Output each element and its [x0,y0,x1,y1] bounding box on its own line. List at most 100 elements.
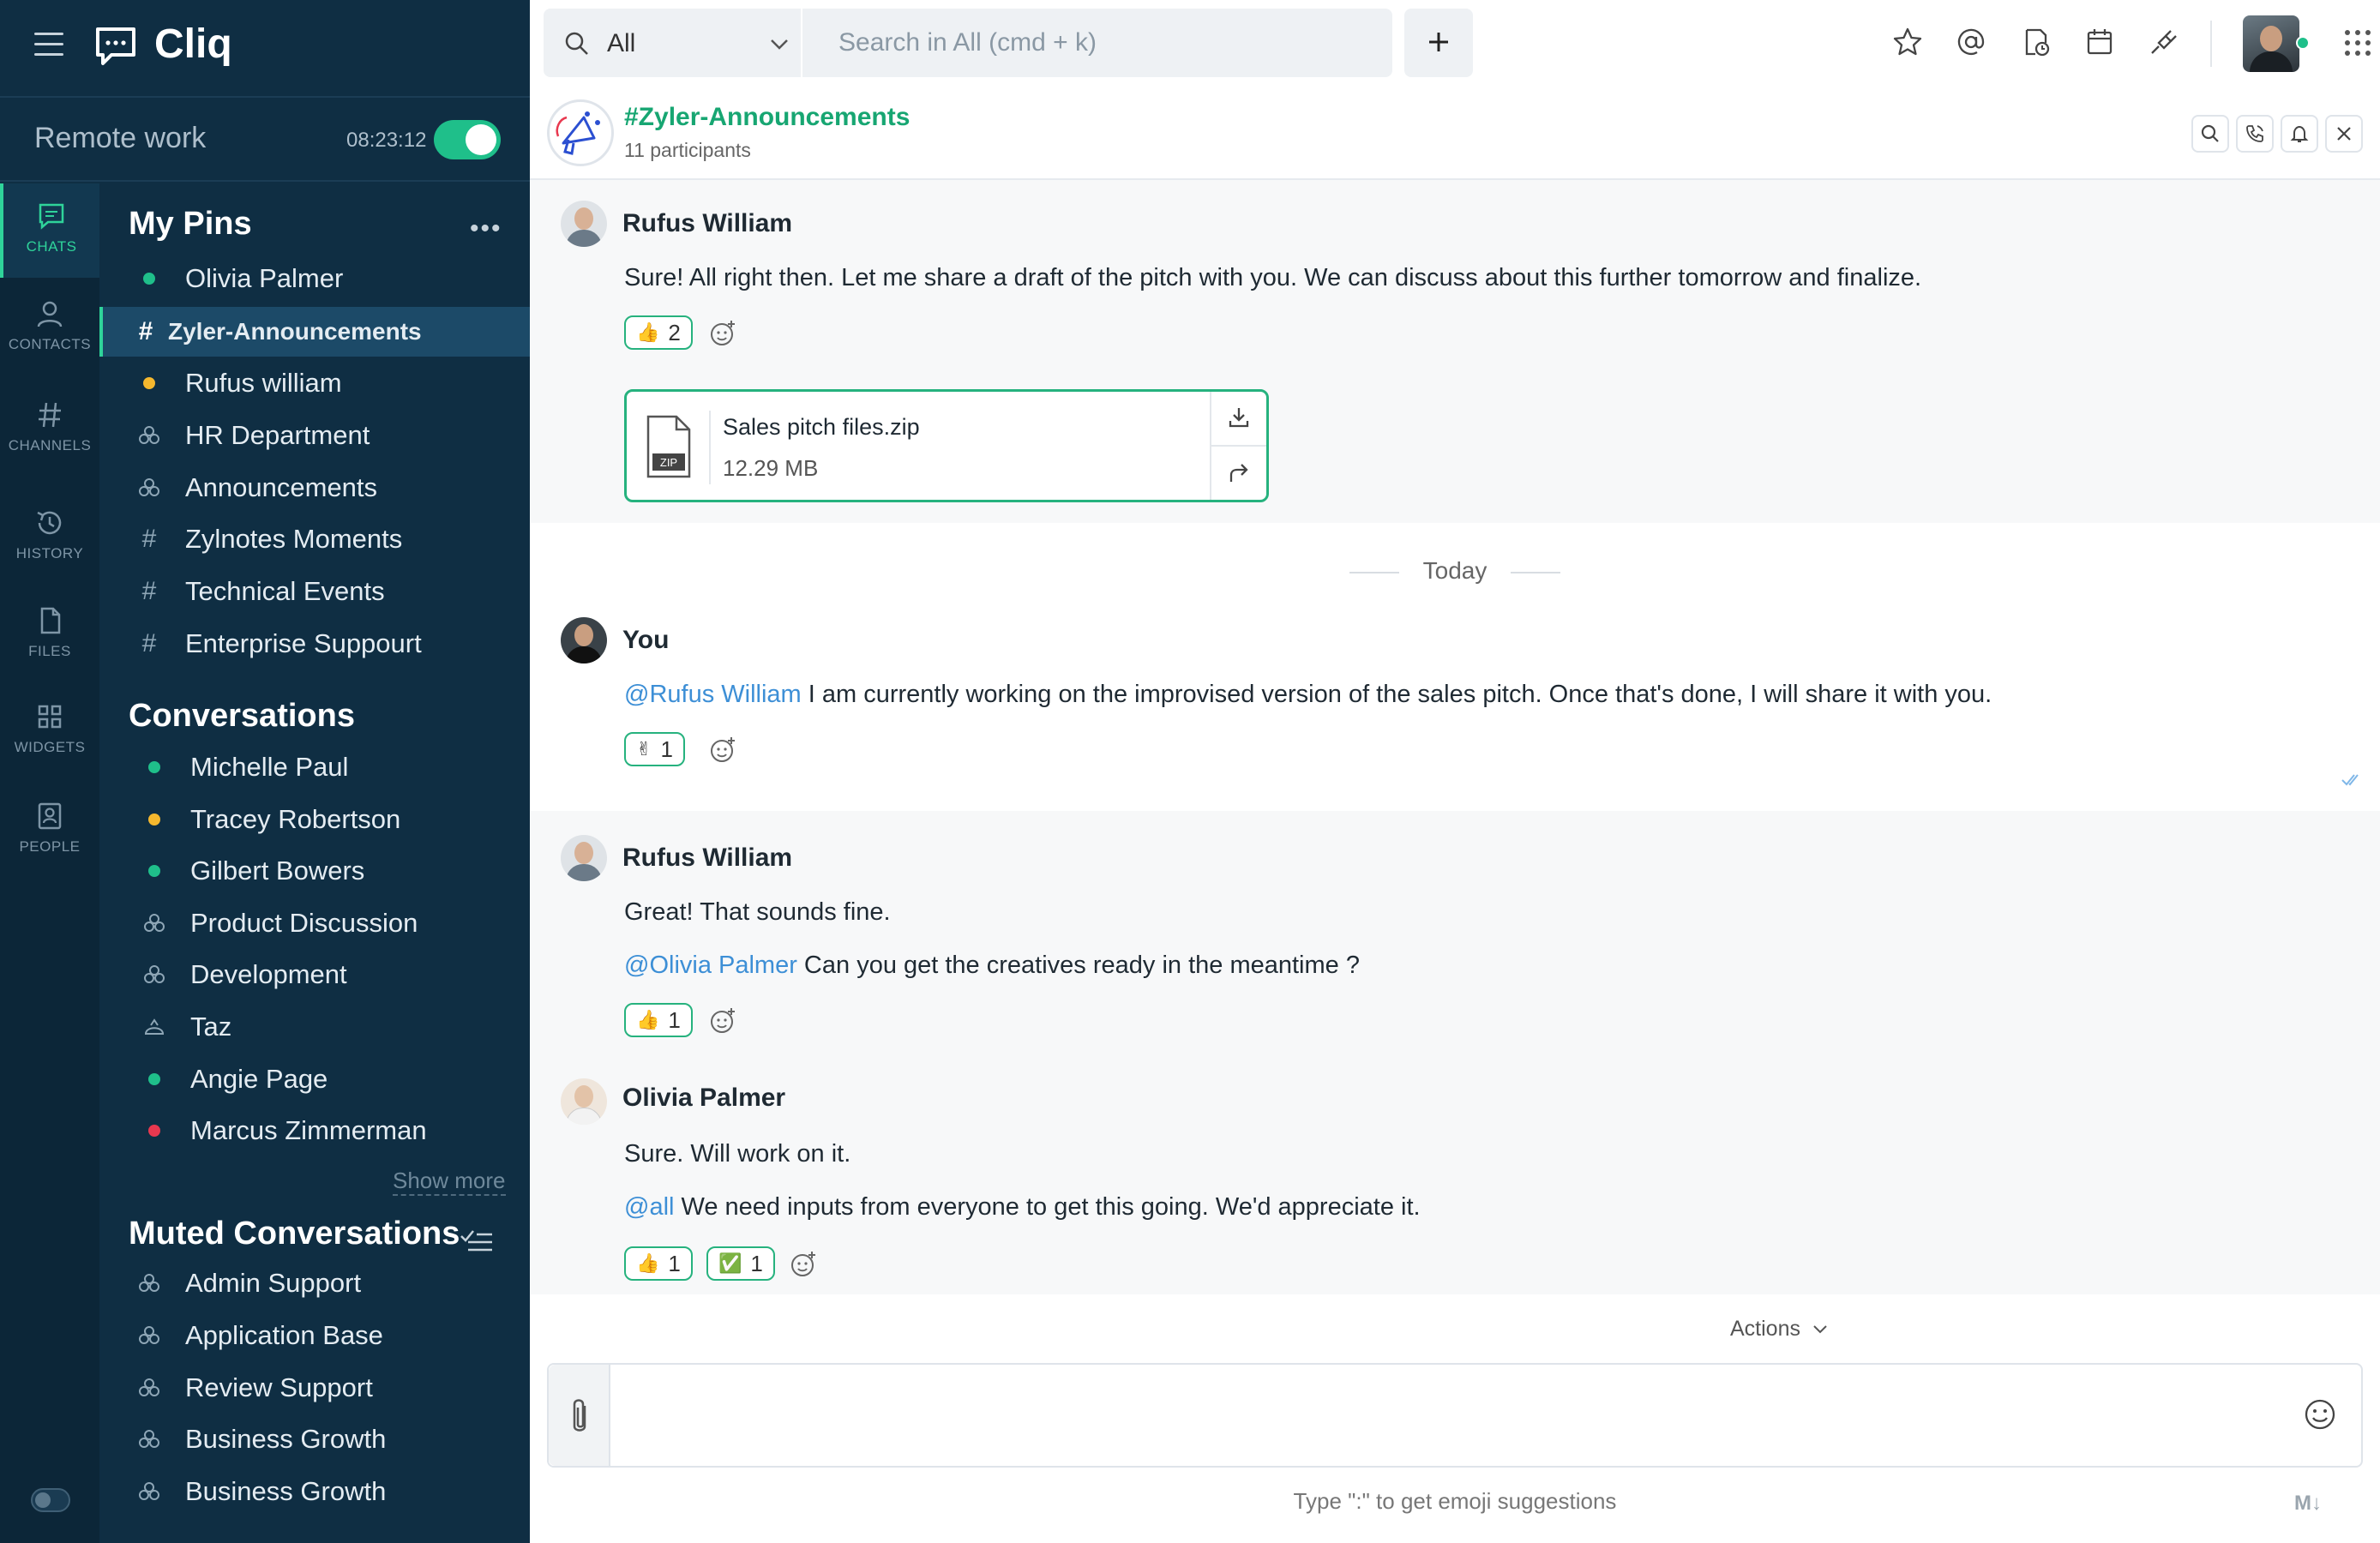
muted-item-label: Business Growth [185,1476,387,1506]
muted-item[interactable]: Business Growth [99,1467,530,1516]
rail-item-people[interactable]: PEOPLE [0,784,99,878]
star-icon[interactable] [1891,26,1924,58]
attach-button[interactable] [549,1365,610,1466]
conversation-item[interactable]: Taz [99,1002,530,1052]
message-sender[interactable]: Rufus William [622,209,792,238]
group-icon [132,424,166,447]
status-toggle[interactable] [434,120,501,159]
reaction-chip[interactable]: 👍 1 [624,1003,693,1037]
search-scope-dropdown[interactable]: All [544,9,801,77]
mention-link[interactable]: @Rufus William [624,681,802,708]
avatar[interactable] [561,835,607,881]
rail-item-channels[interactable]: CHANNELS [0,382,99,477]
zip-badge: ZIP [660,456,677,469]
user-avatar[interactable] [2243,15,2299,72]
calendar-icon[interactable] [2083,26,2116,58]
status-text[interactable]: Remote work [34,122,206,155]
channel-avatar[interactable] [547,99,614,166]
forward-icon[interactable] [1227,460,1251,484]
show-more-link[interactable]: Show more [393,1168,506,1196]
online-status-dot [2296,36,2310,50]
pin-item-label: Rufus william [185,368,342,398]
add-button[interactable] [1404,9,1473,77]
muted-item[interactable]: Application Base [99,1311,530,1360]
message-text: Great! That sounds fine. [624,898,891,926]
rail-label-widgets: WIDGETS [14,739,86,755]
actions-label: Actions [1730,1317,1800,1341]
muted-item[interactable]: Business Growth [99,1414,530,1464]
conversation-item[interactable]: Tracey Robertson [99,795,530,844]
menu-icon[interactable] [34,33,63,57]
conversation-item[interactable]: Product Discussion [99,898,530,948]
add-reaction-icon[interactable] [708,319,737,348]
channel-search-button[interactable] [2191,115,2229,153]
pin-item[interactable]: Rufus william [99,358,530,408]
integrations-plug-icon[interactable] [2147,26,2179,58]
presence-dot-icon [132,273,166,285]
channel-participants[interactable]: 11 participants [624,139,751,162]
markdown-icon[interactable]: M↓ [2294,1492,2322,1516]
muted-item[interactable]: Review Support [99,1363,530,1413]
pin-item[interactable]: Announcements [99,463,530,513]
mention-link[interactable]: @Olivia Palmer [624,952,797,979]
pin-item[interactable]: # Zylnotes Moments [99,514,530,564]
reaction-chip[interactable]: 👍 1 [624,1246,693,1281]
file-attachment[interactable]: ZIP Sales pitch files.zip 12.29 MB [624,389,1269,502]
history-icon [37,511,62,535]
pin-item[interactable]: # Technical Events [99,567,530,616]
mention-icon[interactable] [1955,26,1987,58]
message-block: Rufus William Great! That sounds fine. @… [530,811,2380,1060]
theme-toggle-icon[interactable] [31,1488,70,1512]
mark-read-icon[interactable] [460,1228,494,1253]
group-icon [132,477,166,499]
muted-item-label: Business Growth [185,1424,387,1454]
rail-item-chats[interactable]: CHATS [0,183,99,278]
pin-item[interactable]: HR Department [99,411,530,460]
conversation-item[interactable]: Development [99,950,530,1000]
search-input[interactable] [802,9,1392,77]
actions-dropdown[interactable]: Actions [1730,1317,1829,1342]
channel-name[interactable]: #Zyler-Announcements [624,103,910,132]
message-text-body: We need inputs from everyone to get this… [674,1193,1421,1221]
message-sender[interactable]: Olivia Palmer [622,1084,785,1113]
pin-item-label: Zylnotes Moments [185,524,403,554]
rail-item-history[interactable]: HISTORY [0,490,99,585]
mention-link[interactable]: @all [624,1193,674,1221]
pin-item[interactable]: # Enterprise Suppourt [99,619,530,669]
phone-icon [2246,125,2263,142]
apps-grid-icon[interactable] [2341,26,2375,60]
message-text: @Rufus William I am currently working on… [624,681,1992,709]
avatar[interactable] [561,201,607,247]
conversation-item[interactable]: Marcus Zimmerman [99,1106,530,1156]
add-reaction-icon[interactable] [789,1250,818,1279]
reaction-chip[interactable]: 👍 2 [624,315,693,350]
reminder-icon[interactable] [2020,26,2052,58]
pins-more-icon[interactable]: ••• [470,214,502,243]
avatar[interactable] [561,617,607,663]
channel-notification-button[interactable] [2281,115,2318,153]
avatar[interactable] [561,1078,607,1125]
conversation-item[interactable]: Gilbert Bowers [99,846,530,896]
add-reaction-icon[interactable] [708,735,737,765]
thumbs-up-emoji: 👍 [636,321,660,343]
message-text: @Olivia Palmer Can you get the creatives… [624,952,1360,980]
emoji-icon[interactable] [2303,1397,2337,1432]
channel-close-button[interactable] [2325,115,2363,153]
message-text: Sure. Will work on it. [624,1140,851,1168]
pin-item[interactable]: Olivia Palmer [99,254,530,303]
add-reaction-icon[interactable] [708,1006,737,1036]
conversation-item[interactable]: Angie Page [99,1054,530,1104]
download-icon[interactable] [1227,405,1251,429]
rail-item-widgets[interactable]: WIDGETS [0,684,99,778]
message-sender[interactable]: You [622,626,669,655]
message-input[interactable] [612,1365,2293,1466]
rail-item-files[interactable]: FILES [0,588,99,682]
reaction-chip[interactable]: ✅ 1 [706,1246,775,1281]
message-sender[interactable]: Rufus William [622,844,792,873]
pin-item-selected[interactable]: # Zyler-Announcements [99,307,530,357]
conversation-item[interactable]: Michelle Paul [99,742,530,792]
reaction-chip[interactable]: ✌ 1 [624,732,685,766]
rail-item-contacts[interactable]: CONTACTS [0,281,99,375]
channel-call-button[interactable] [2236,115,2274,153]
muted-item[interactable]: Admin Support [99,1258,530,1308]
